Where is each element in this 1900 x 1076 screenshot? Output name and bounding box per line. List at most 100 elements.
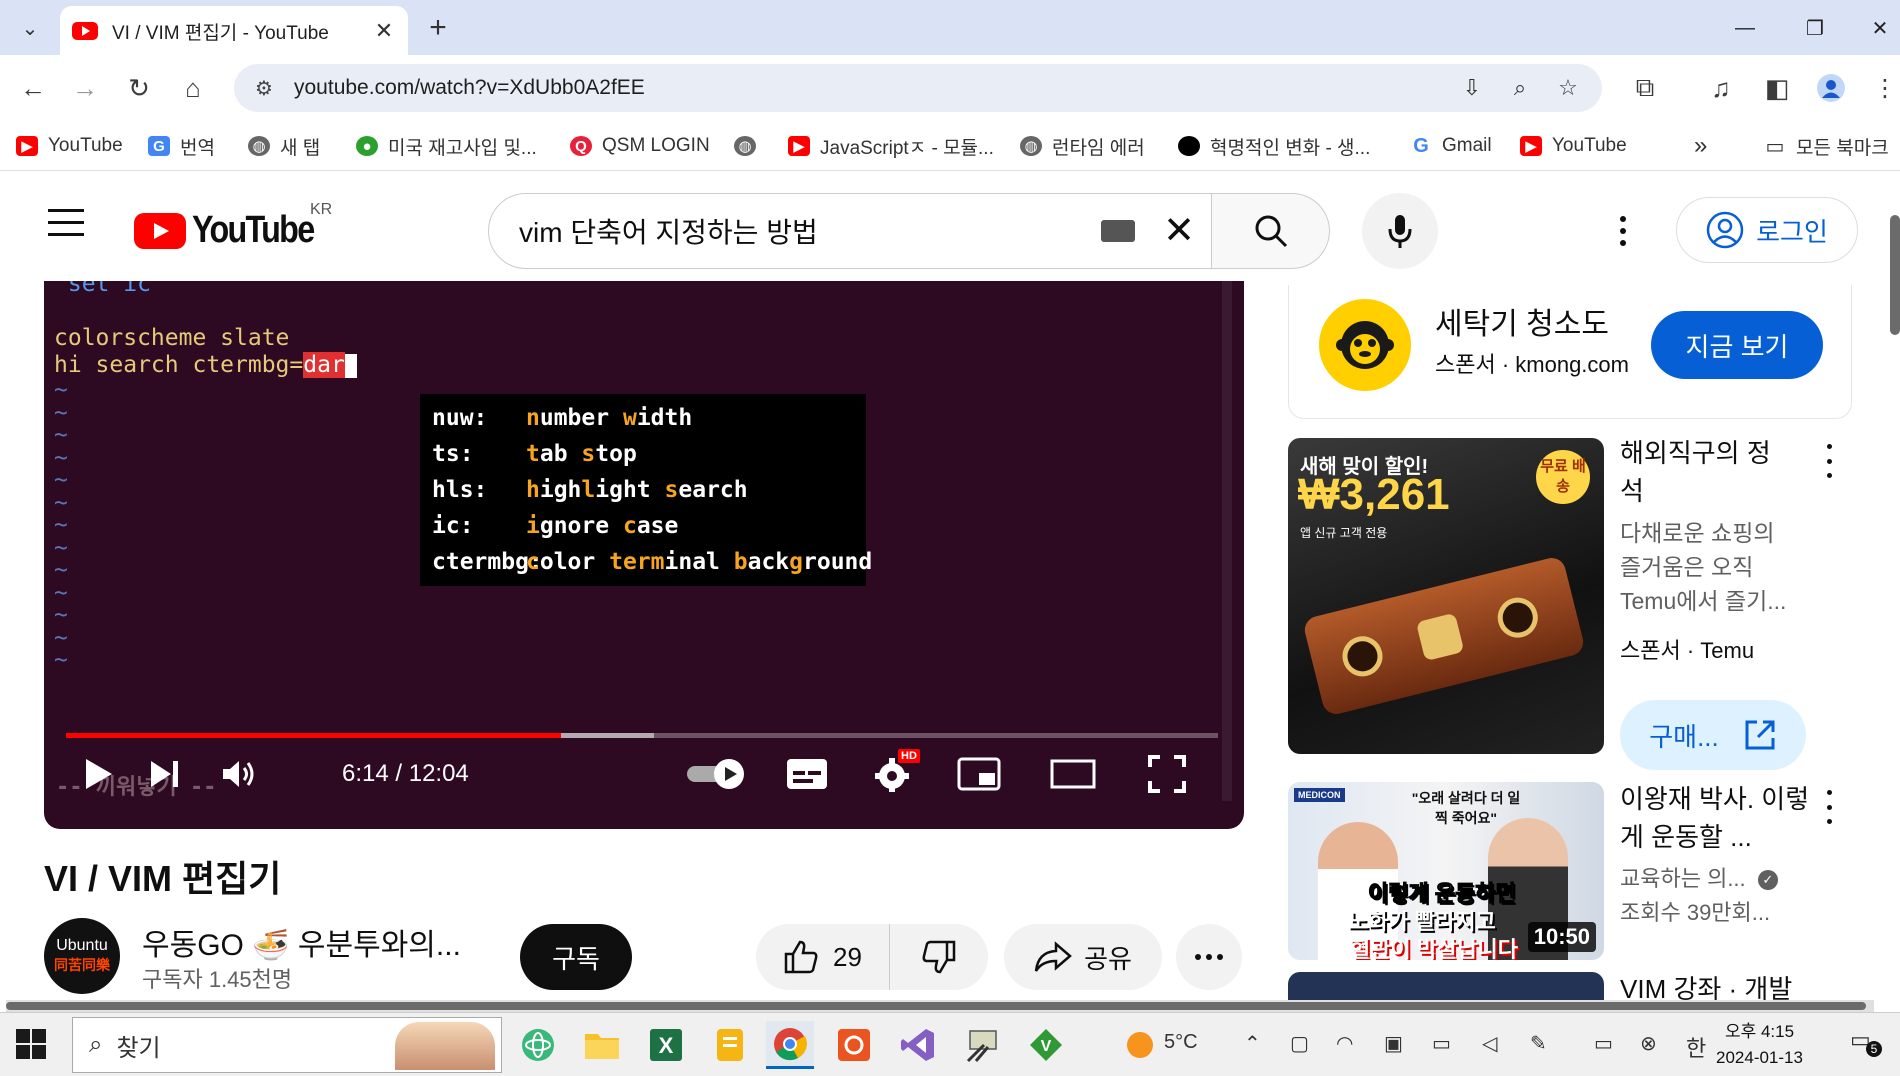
bookmark-item[interactable]: ◍ 새 탭 [248,133,320,159]
url-text[interactable]: youtube.com/watch?v=XdUbb0A2fEE [294,76,645,100]
ime-indicator[interactable]: 한 [1686,1031,1706,1063]
zoom-icon[interactable]: ⌕ [1504,72,1536,104]
address-bar[interactable]: ⚙ youtube.com/watch?v=XdUbb0A2fEE ⇩ ⌕ ☆ [234,64,1602,112]
bookmark-item[interactable]: ▶ JavaScriptㅈ - 모듈... [788,133,994,159]
sidebar-item-menu-icon[interactable] [1824,444,1834,478]
maximize-button[interactable]: ❐ [1790,10,1840,46]
extensions-icon[interactable]: ⧉ [1626,69,1664,107]
sponsored-ad-card[interactable]: 세탁기 청소도 스폰서 · kmong.com 지금 보기 [1288,285,1852,419]
buy-button[interactable]: 구매... [1620,700,1806,770]
ubuntu-app-icon[interactable] [830,1021,878,1069]
bookmark-item[interactable]: ◍ [734,133,766,159]
vertical-scrollbar-thumb[interactable] [1890,215,1900,335]
bookmark-item[interactable]: ▶ YouTube [16,133,123,159]
pen-icon[interactable]: ✎ [1530,1031,1547,1056]
clear-search-icon[interactable]: ✕ [1163,212,1195,250]
gvim-icon[interactable]: V [1022,1021,1070,1069]
system-clock[interactable]: 오후 4:15 2024-01-13 [1716,1019,1803,1071]
chrome-menu-icon[interactable]: ⋮ [1866,69,1900,107]
close-circle-icon[interactable]: ⊗ [1640,1031,1657,1056]
windows-start-icon[interactable] [16,1029,46,1059]
bookmark-item[interactable]: G 번역 [148,133,215,159]
home-icon[interactable]: ⌂ [174,69,212,107]
voice-search-button[interactable] [1362,193,1438,269]
bookmark-item[interactable]: G Gmail [1410,133,1492,159]
tab-search-button[interactable]: ⌄ [12,10,48,46]
progress-bar[interactable] [66,733,1218,738]
media-control-icon[interactable]: ♫ [1702,69,1740,107]
bookmark-item[interactable]: 혁명적인 변화 - 생... [1178,133,1370,159]
mute-button[interactable] [214,751,264,797]
reload-icon[interactable]: ↻ [120,69,158,107]
weather-temperature[interactable]: 5°C [1164,1031,1198,1054]
autoplay-toggle[interactable] [684,751,750,797]
sidebar-item-title[interactable]: 이왕재 박사. 이렇게 운동할 ... [1620,780,1810,856]
like-button[interactable]: 29 [756,924,890,990]
side-panel-icon[interactable]: ◧ [1758,69,1796,107]
play-button[interactable] [76,751,122,797]
sidebar-thumbnail[interactable]: 새해 맞이 할인! ₩3,261 앱 신규 고객 전용 무료 배송 [1288,438,1604,754]
notifications-icon[interactable]: ▭ 5 [1850,1027,1882,1057]
search-input[interactable] [519,215,1079,247]
speaker-icon[interactable]: ◁ [1482,1031,1497,1056]
all-bookmarks-button[interactable]: ▭ 모든 북마크 [1764,133,1889,159]
file-explorer-icon[interactable] [578,1021,626,1069]
video-player[interactable]: "set ic colorscheme slate hi search cter… [44,281,1244,829]
site-info-icon[interactable]: ⚙ [250,74,278,102]
ad-cta-button[interactable]: 지금 보기 [1651,311,1823,379]
sidebar-thumbnail[interactable]: MEDICON "오래 살려다 더 일찍 죽어요" 이렇게 운동하면 노화가 빨… [1288,782,1604,960]
search-button[interactable] [1212,193,1330,269]
subtitles-button[interactable] [782,751,832,797]
bookmark-star-icon[interactable]: ☆ [1552,72,1584,104]
taskbar-search[interactable]: ⌕ 찾기 [72,1017,502,1073]
guide-menu-icon[interactable] [48,209,84,237]
close-window-button[interactable]: ✕ [1860,10,1900,46]
fullscreen-button[interactable] [1142,751,1192,797]
miniplayer-button[interactable] [954,751,1004,797]
battery-icon[interactable]: ▭ [1432,1031,1451,1056]
meet-icon[interactable]: ▢ [1290,1031,1309,1056]
show-hidden-icons-icon[interactable]: ⌃ [1244,1031,1261,1056]
new-tab-button[interactable]: + [420,10,456,46]
install-app-icon[interactable]: ⇩ [1456,72,1488,104]
keyboard-icon[interactable] [1101,220,1135,242]
wifi-icon[interactable]: ◠ [1336,1031,1353,1056]
display-icon[interactable]: ▣ [1384,1031,1403,1056]
tab-close-icon[interactable]: ✕ [372,18,396,44]
dislike-button[interactable] [890,924,988,990]
sidebar-item-title[interactable]: VIM 강좌 · 개발 [1620,970,1792,1000]
horizontal-scrollbar[interactable] [6,1000,1874,1012]
bookmark-item[interactable]: ● 미국 재고사입 및... [356,133,537,159]
profile-icon[interactable] [1812,69,1850,107]
sidebar-item-title[interactable]: 해외직구의 정석 [1620,434,1790,510]
youtube-logo[interactable]: YouTube [134,209,335,252]
touch-keyboard-icon[interactable]: ▭ [1594,1031,1613,1056]
bookmark-item[interactable]: Q QSM LOGIN [570,133,710,159]
sidebar-item-menu-icon[interactable] [1824,790,1834,824]
bookmark-item[interactable]: ◍ 런타임 에러 [1020,133,1145,159]
horizontal-scrollbar-thumb[interactable] [6,1002,1866,1010]
channel-avatar[interactable]: Ubuntu 同苦同樂 [44,918,120,994]
minimize-button[interactable]: — [1720,10,1770,46]
sidebar-thumbnail[interactable] [1288,972,1604,1000]
bookmark-item[interactable]: ▶ YouTube [1520,133,1627,159]
notes-app-icon[interactable] [706,1021,754,1069]
chrome-app-icon[interactable] [766,1021,814,1069]
channel-name[interactable]: 우동GO 🍜 우분투와의... [142,920,461,964]
settings-more-icon[interactable] [1605,207,1641,255]
weather-sun-icon[interactable] [1116,1021,1164,1069]
atom-app-icon[interactable] [514,1021,562,1069]
more-actions-button[interactable] [1176,924,1242,990]
next-button[interactable] [142,751,188,797]
excel-icon[interactable]: X [642,1021,690,1069]
forward-icon[interactable]: → [66,69,104,107]
theater-mode-button[interactable] [1048,751,1098,797]
visual-studio-icon[interactable] [894,1021,942,1069]
subscribe-button[interactable]: 구독 [520,924,632,990]
bookmarks-overflow-button[interactable]: » [1694,132,1707,159]
snipping-tool-icon[interactable] [958,1021,1006,1069]
back-icon[interactable]: ← [14,69,52,107]
sign-in-button[interactable]: 로그인 [1676,197,1858,263]
settings-button[interactable]: HD [864,749,920,797]
share-button[interactable]: 공유 [1004,924,1162,990]
